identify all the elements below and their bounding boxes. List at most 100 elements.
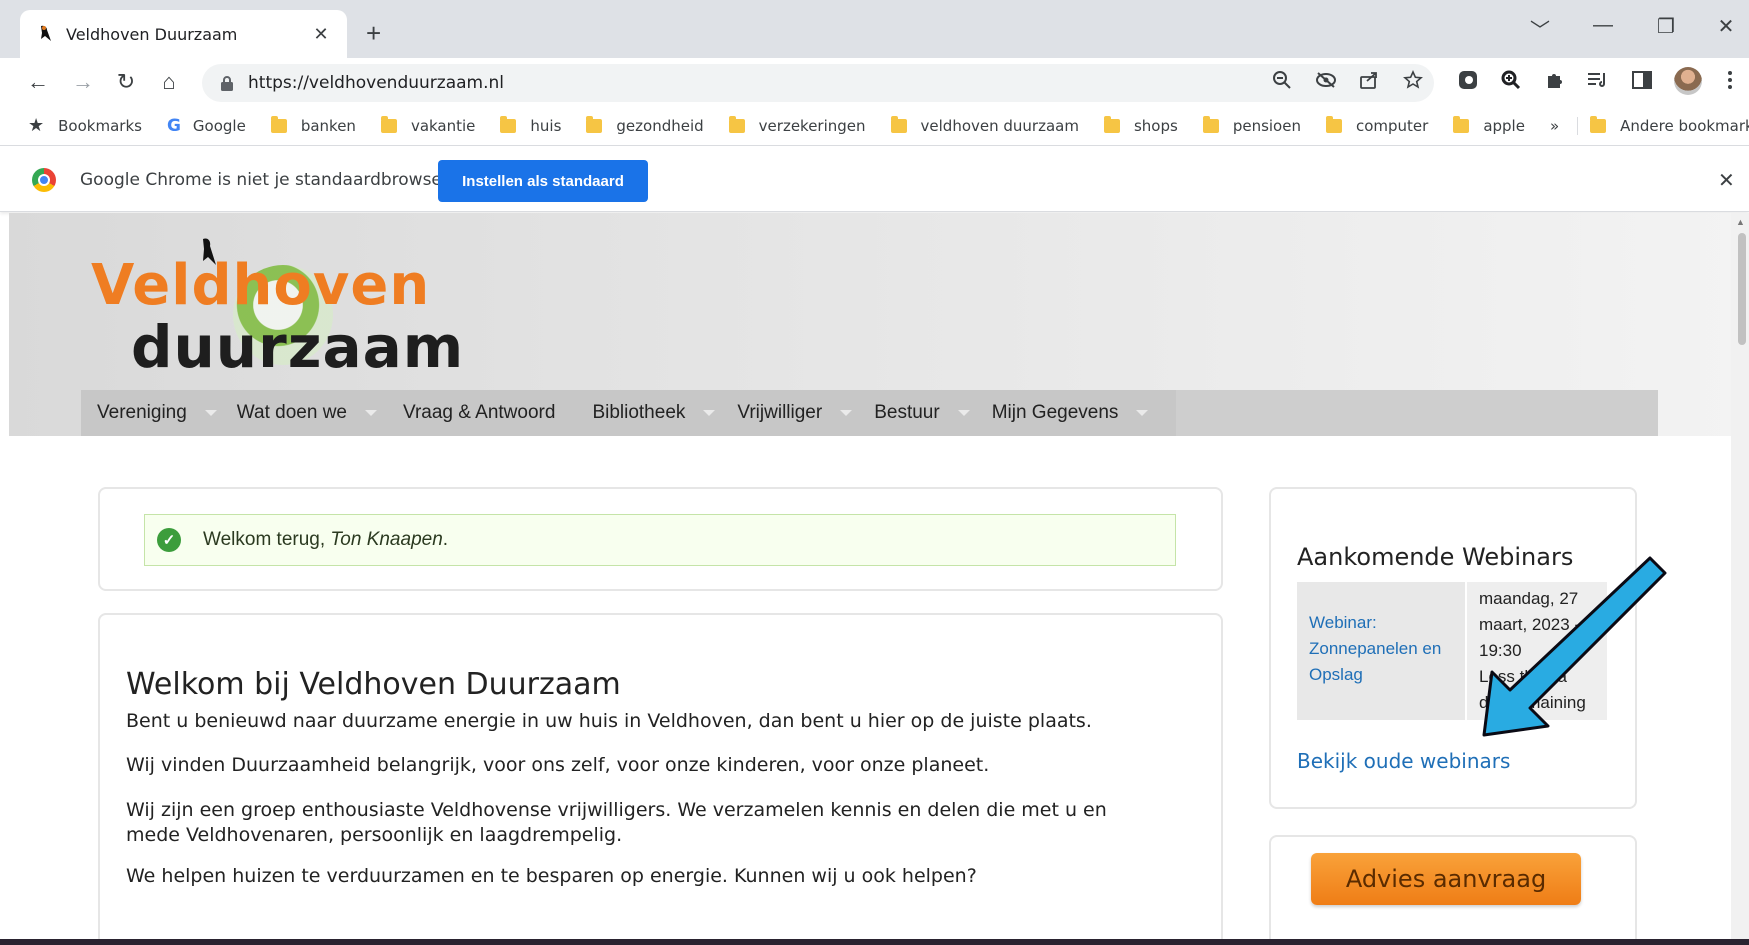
star-icon: ★ [28, 115, 45, 136]
folder-icon [1453, 115, 1470, 133]
web-page: Veldhoven duurzaam Vereniging Wat doen w… [9, 213, 1740, 945]
extension-logo-icon[interactable] [1454, 66, 1482, 94]
nav-item-vereniging[interactable]: Vereniging [81, 402, 217, 424]
old-webinars-link[interactable]: Bekijk oude webinars [1297, 749, 1510, 773]
welcome-alert: ✓ Welkom terug, Ton Knaapen. [144, 514, 1176, 566]
bookmark-bookmarks[interactable]: ★ Bookmarks [28, 115, 142, 136]
site-navigation: Vereniging Wat doen we Vraag & Antwoord … [81, 390, 1658, 436]
google-icon: G [166, 115, 181, 136]
bookmark-folder-apple[interactable]: apple [1453, 115, 1525, 135]
nav-label: Bestuur [874, 402, 940, 423]
advies-aanvraag-button[interactable]: Advies aanvraag [1311, 853, 1581, 905]
bookmark-label: computer [1355, 116, 1429, 135]
side-panel-icon[interactable] [1628, 66, 1656, 94]
checkmark-icon: ✓ [157, 528, 181, 552]
page-scrollbar[interactable]: ▲ [1731, 213, 1749, 945]
tab-search-icon[interactable]: ﹀ [1520, 14, 1560, 43]
new-tab-button[interactable]: + [366, 18, 381, 48]
folder-icon [1103, 115, 1120, 133]
bookmark-folder-gezondheid[interactable]: gezondheid [586, 115, 704, 135]
bookmark-label: apple [1483, 116, 1525, 135]
bookmark-label: gezondheid [616, 116, 704, 135]
nav-item-wat-doen-we[interactable]: Wat doen we [217, 402, 377, 424]
default-browser-infobar: Google Chrome is niet je standaardbrowse… [0, 146, 1749, 212]
intro-paragraph: Wij vinden Duurzaamheid belangrijk, voor… [126, 754, 990, 776]
nav-label: Mijn Gegevens [991, 402, 1119, 423]
bookmark-google[interactable]: G Google [167, 116, 246, 136]
media-queue-icon[interactable] [1584, 66, 1612, 94]
extensions-puzzle-icon[interactable] [1541, 66, 1569, 94]
nav-item-bibliotheek[interactable]: Bibliotheek [555, 402, 716, 424]
bookmarks-bar: ★ Bookmarks G Google banken vakantie huis … [0, 106, 1749, 146]
bookmark-label: shops [1133, 116, 1178, 135]
bookmark-folder-verzekeringen[interactable]: verzekeringen [728, 115, 866, 135]
bookmarks-overflow-button[interactable]: » [1550, 117, 1559, 135]
folder-icon [728, 115, 745, 133]
address-toolbar: ← → ↻ ⌂ https://veldhovenduurzaam.nl [0, 58, 1749, 106]
bookmark-folder-huis[interactable]: huis [500, 115, 561, 135]
bookmark-folder-computer[interactable]: computer [1325, 115, 1429, 135]
folder-icon [586, 115, 603, 133]
infobar-message: Google Chrome is niet je standaardbrowse… [80, 170, 449, 190]
profile-avatar[interactable] [1674, 67, 1702, 95]
bookmark-label: verzekeringen [758, 116, 866, 135]
close-window-icon[interactable]: ✕ [1706, 14, 1746, 39]
nav-item-vrijwilliger[interactable]: Vrijwilliger [715, 402, 853, 424]
user-name: Ton Knaapen [330, 529, 443, 550]
bookmark-label: Andere bookmarks [1620, 116, 1749, 135]
share-icon[interactable] [1355, 66, 1383, 94]
webinar-remaining: Less than a day remaining [1479, 667, 1586, 712]
folder-icon [380, 115, 397, 133]
bookmark-label: vakantie [410, 116, 476, 135]
caret-down-icon [1136, 410, 1149, 416]
webinar-date: maandag, 27 maart, 2023 - 19:30 Less tha… [1465, 582, 1607, 720]
nav-item-mijn-gegevens[interactable]: Mijn Gegevens [970, 402, 1149, 424]
address-bar[interactable]: https://veldhovenduurzaam.nl [202, 64, 1434, 102]
nav-item-bestuur[interactable]: Bestuur [852, 402, 970, 424]
bookmark-folder-vakantie[interactable]: vakantie [380, 115, 476, 135]
bookmark-label: veldhoven duurzaam [920, 116, 1079, 135]
intro-paragraph: Wij zijn een groep enthousiaste Veldhove… [126, 799, 1107, 846]
home-icon[interactable]: ⌂ [153, 66, 185, 98]
webinar-link[interactable]: Webinar: Zonnepanelen en Opslag [1297, 582, 1465, 720]
nav-label: Vereniging [97, 402, 187, 423]
browser-tab[interactable]: Veldhoven Duurzaam ✕ [20, 10, 347, 58]
bookmark-star-icon[interactable] [1399, 66, 1427, 94]
zoom-icon[interactable] [1268, 66, 1296, 94]
bookmark-label: banken [300, 116, 356, 135]
infobar-close-icon[interactable]: ✕ [1718, 168, 1735, 193]
intro-card: Welkom bij Veldhoven Duurzaam Bent u ben… [98, 613, 1223, 945]
webinars-card: Aankomende Webinars Webinar: Zonnepanele… [1269, 487, 1637, 809]
bookmark-folder-other[interactable]: Andere bookmarks [1577, 115, 1749, 135]
site-header: Veldhoven duurzaam Vereniging Wat doen w… [9, 213, 1740, 436]
bookmark-folder-pensioen[interactable]: pensioen [1202, 115, 1301, 135]
close-tab-icon[interactable]: ✕ [309, 24, 333, 45]
set-default-button[interactable]: Instellen als standaard [438, 160, 648, 202]
nav-label: Vraag & Antwoord [402, 402, 556, 423]
advies-card: Advies aanvraag [1269, 835, 1637, 945]
bird-favicon-icon [34, 24, 54, 44]
url-text[interactable]: https://veldhovenduurzaam.nl [248, 73, 504, 93]
restore-icon[interactable]: ❐ [1646, 14, 1686, 39]
caret-down-icon [204, 410, 217, 416]
nav-label: Bibliotheek [592, 402, 686, 423]
lock-icon [221, 76, 233, 91]
reload-icon[interactable]: ↻ [110, 66, 142, 98]
scroll-up-icon[interactable]: ▲ [1736, 217, 1745, 227]
eye-off-icon[interactable] [1312, 66, 1340, 94]
zoom-extension-icon[interactable] [1497, 66, 1525, 94]
more-menu-icon[interactable] [1716, 66, 1744, 94]
bookmark-folder-shops[interactable]: shops [1103, 115, 1178, 135]
minimize-icon[interactable]: — [1583, 14, 1623, 37]
bookmark-folder-banken[interactable]: banken [270, 115, 356, 135]
folder-icon [1202, 115, 1219, 133]
bookmark-folder-veldhoven-duurzaam[interactable]: veldhoven duurzaam [890, 115, 1079, 135]
nav-item-vraag-antwoord[interactable]: Vraag & Antwoord [377, 402, 555, 424]
forward-icon[interactable]: → [67, 66, 99, 98]
caret-down-icon [840, 410, 853, 416]
logo-text-top: Veldhoven [91, 253, 431, 318]
back-icon[interactable]: ← [22, 66, 54, 98]
site-logo[interactable]: Veldhoven duurzaam [91, 235, 463, 385]
scrollbar-thumb[interactable] [1738, 233, 1746, 345]
webinars-heading: Aankomende Webinars [1297, 543, 1574, 571]
